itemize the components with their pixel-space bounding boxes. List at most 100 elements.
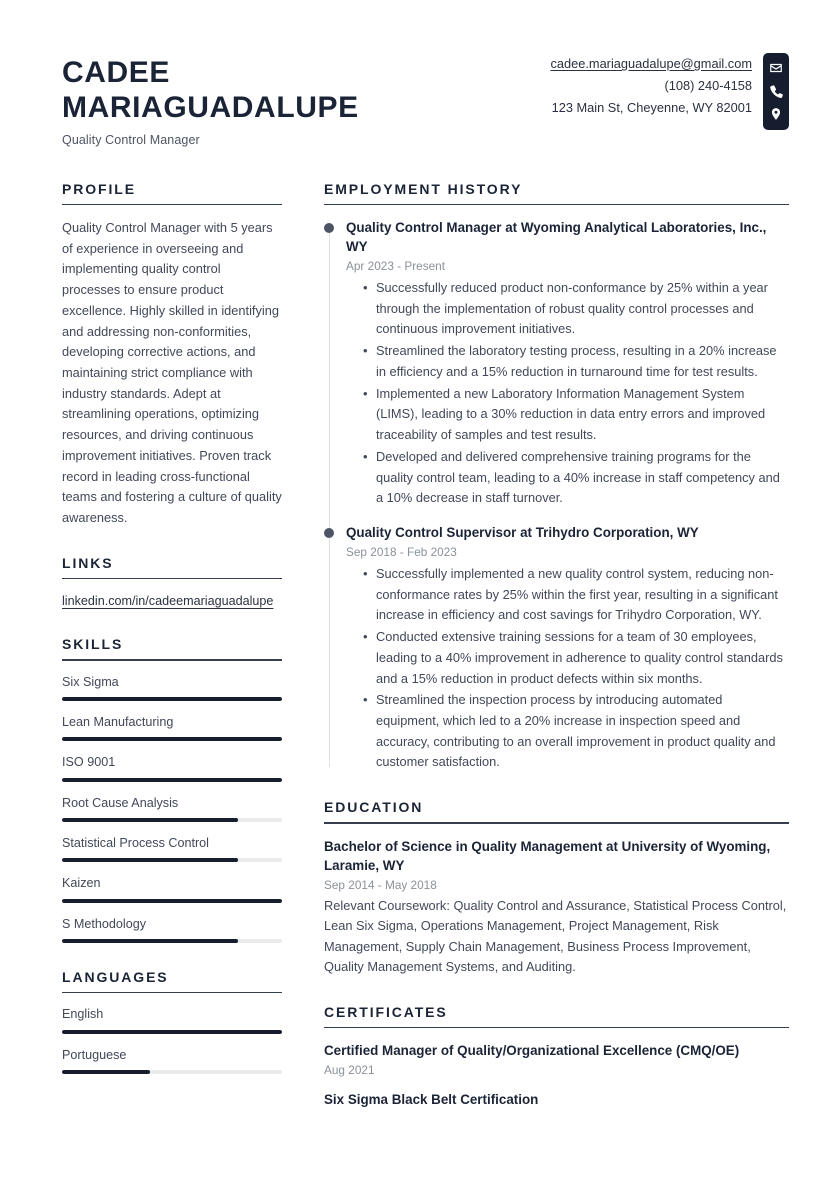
section-title-education: EDUCATION (324, 799, 424, 816)
link-item-linkedin[interactable]: linkedin.com/in/cadeemariaguadalupe (62, 594, 273, 608)
timeline-dot-icon (324, 222, 334, 233)
right-column: EMPLOYMENT HISTORY Quality Control Manag… (310, 181, 789, 1135)
education-entry-description: Relevant Coursework: Quality Control and… (324, 897, 787, 975)
skill-label: ISO 9001 (62, 755, 116, 770)
section-skills: SKILLS Six Sigma Lean Manufacturing ISO 90… (62, 636, 282, 944)
contact-details: cadee.mariaguadalupe@gmail.com (108) 240… (550, 53, 752, 119)
skill-label: Lean Manufacturing (62, 714, 174, 729)
section-title-profile: PROFILE (62, 180, 136, 197)
education-entry-date: Sep 2014 - May 2018 (324, 877, 437, 892)
section-certificates: CERTIFICATES Certified Manager of Qualit… (324, 1004, 789, 1109)
certificate-entry: Six Sigma Black Belt Certification (324, 1090, 789, 1109)
skill-level-fill (62, 777, 282, 782)
left-column: PROFILE Quality Control Manager with 5 y… (62, 181, 310, 1135)
skill-level-track (62, 696, 282, 701)
language-level-track (62, 1029, 282, 1034)
candidate-job-title: Quality Control Manager (62, 132, 200, 147)
skill-item: Six Sigma (62, 674, 282, 701)
contact-block: cadee.mariaguadalupe@gmail.com (108) 240… (550, 48, 789, 130)
language-item: Portuguese (62, 1047, 282, 1075)
employment-bullet: Conducted extensive training sessions fo… (363, 626, 789, 689)
certificate-entry-date: Aug 2021 (324, 1062, 375, 1077)
contact-icon-bar (763, 53, 789, 130)
employment-bullet: Streamlined the inspection process by in… (363, 689, 789, 773)
section-title-employment: EMPLOYMENT HISTORY (324, 180, 523, 197)
candidate-last-name: MARIAGUADALUPE (62, 90, 359, 124)
section-title-skills: SKILLS (62, 636, 124, 653)
section-links: LINKS linkedin.com/in/cadeemariaguadalup… (62, 555, 282, 610)
section-employment-history: EMPLOYMENT HISTORY Quality Control Manag… (324, 181, 789, 774)
employment-bullet: Streamlined the laboratory testing proce… (363, 340, 789, 382)
language-label: Portuguese (62, 1047, 127, 1062)
section-rule (324, 822, 789, 824)
skill-item: Root Cause Analysis (62, 795, 282, 822)
skill-item: S Methodology (62, 916, 282, 944)
skill-level-fill (62, 858, 238, 863)
employment-entry-title: Quality Control Manager at Wyoming Analy… (346, 219, 767, 255)
section-title-links: LINKS (62, 554, 114, 571)
skill-level-fill (62, 898, 282, 903)
skill-level-track (62, 898, 282, 903)
skill-level-track (62, 817, 282, 822)
skill-item: Lean Manufacturing (62, 714, 282, 742)
employment-bullet: Implemented a new Laboratory Information… (363, 383, 789, 446)
section-profile: PROFILE Quality Control Manager with 5 y… (62, 181, 282, 529)
envelope-icon (769, 61, 783, 75)
skill-level-fill (62, 939, 238, 944)
skill-level-fill (62, 696, 282, 701)
certificates-list: Certified Manager of Quality/Organizatio… (324, 1041, 789, 1109)
skill-level-track (62, 777, 282, 782)
contact-email[interactable]: cadee.mariaguadalupe@gmail.com (550, 56, 752, 71)
section-languages: LANGUAGES English Portuguese (62, 969, 282, 1075)
employment-bullet-list: Successfully reduced product non-conform… (346, 277, 789, 509)
section-rule (324, 1026, 789, 1028)
language-level-track (62, 1070, 282, 1075)
location-pin-icon (769, 107, 783, 121)
skill-level-fill (62, 817, 238, 822)
employment-entry: Quality Control Manager at Wyoming Analy… (324, 218, 789, 509)
employment-entry: Quality Control Supervisor at Trihydro C… (324, 523, 789, 773)
candidate-first-name: CADEE (62, 56, 171, 89)
section-rule (62, 203, 282, 205)
language-item: English (62, 1006, 282, 1034)
section-title-certificates: CERTIFICATES (324, 1003, 448, 1020)
certificate-entry-title: Six Sigma Black Belt Certification (324, 1091, 539, 1107)
certificate-entry-title: Certified Manager of Quality/Organizatio… (324, 1042, 740, 1058)
skill-level-track (62, 939, 282, 944)
skill-label: Kaizen (62, 876, 101, 891)
education-entry-title: Bachelor of Science in Quality Managemen… (324, 838, 771, 873)
skill-label: S Methodology (62, 916, 147, 931)
employment-bullet: Developed and delivered comprehensive tr… (363, 446, 789, 509)
skill-label: Root Cause Analysis (62, 795, 179, 810)
employment-bullet-list: Successfully implemented a new quality c… (346, 563, 789, 773)
identity-block: CADEE MARIAGUADALUPE Quality Control Man… (62, 48, 359, 147)
resume-body: PROFILE Quality Control Manager with 5 y… (0, 147, 833, 1135)
contact-address: 123 Main St, Cheyenne, WY 82001 (551, 100, 752, 115)
language-level-fill (62, 1029, 282, 1034)
employment-entry-date: Apr 2023 - Present (346, 259, 446, 274)
phone-icon (769, 84, 783, 98)
employment-entry-date: Sep 2018 - Feb 2023 (346, 544, 457, 559)
employment-timeline: Quality Control Manager at Wyoming Analy… (324, 218, 789, 773)
section-education: EDUCATION Bachelor of Science in Quality… (324, 799, 789, 977)
languages-list: English Portuguese (62, 1006, 282, 1075)
section-rule (324, 203, 789, 205)
skill-label: Statistical Process Control (62, 835, 209, 850)
section-title-languages: LANGUAGES (62, 969, 169, 986)
skill-item: ISO 9001 (62, 754, 282, 782)
education-list: Bachelor of Science in Quality Managemen… (324, 837, 789, 978)
resume-header: CADEE MARIAGUADALUPE Quality Control Man… (0, 0, 833, 147)
section-rule (62, 659, 282, 661)
employment-entry-title: Quality Control Supervisor at Trihydro C… (346, 524, 699, 540)
skills-list: Six Sigma Lean Manufacturing ISO 9001 Root … (62, 674, 282, 944)
skill-level-track (62, 737, 282, 742)
section-rule (62, 577, 282, 580)
skill-item: Statistical Process Control (62, 835, 282, 863)
skill-label: Six Sigma (62, 674, 119, 689)
section-rule (62, 992, 282, 994)
certificate-entry: Certified Manager of Quality/Organizatio… (324, 1041, 789, 1077)
contact-phone: (108) 240-4158 (664, 78, 752, 93)
skill-level-track (62, 858, 282, 863)
timeline-dot-icon (324, 527, 334, 538)
skill-level-fill (62, 737, 282, 742)
